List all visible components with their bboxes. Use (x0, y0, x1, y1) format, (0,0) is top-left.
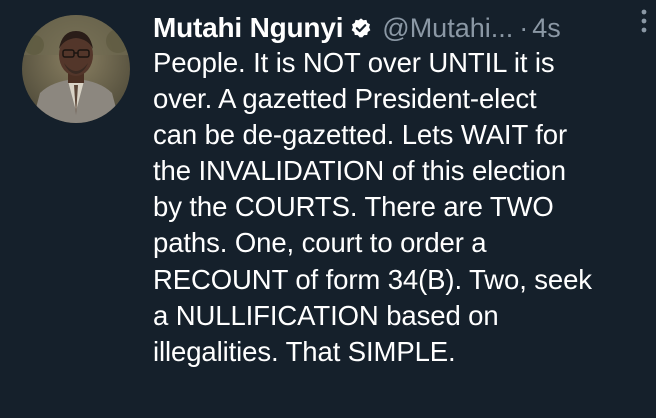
tweet-text-line: over. A gazetted President-elect (153, 83, 537, 115)
timestamp[interactable]: 4s (532, 13, 561, 44)
tweet-text-line: the INVALIDATION of this election (153, 155, 566, 187)
avatar[interactable] (22, 15, 130, 123)
tweet-text-line: can be de-gazetted. Lets WAIT for (153, 119, 568, 151)
tweet-text-line: illegalities. That SIMPLE. (153, 335, 456, 367)
more-options-icon[interactable] (634, 7, 654, 35)
user-handle[interactable]: @Mutahi... (382, 13, 513, 44)
tweet-text-line: RECOUNT of form 34(B). Two, seek (153, 263, 592, 295)
tweet-text-line: by the COURTS. There are TWO (153, 191, 554, 223)
verified-badge-icon (350, 17, 372, 39)
tweet-text-line: paths. One, court to order a (153, 227, 487, 259)
tweet-card[interactable]: Mutahi Ngunyi @Mutahi... · 4s People. It… (0, 0, 656, 418)
tweet-text: People. It is NOT over UNTIL it is over.… (153, 45, 645, 370)
separator-dot: · (519, 12, 529, 43)
tweet-header: Mutahi Ngunyi @Mutahi... · 4s (153, 8, 642, 48)
avatar-photo (22, 15, 130, 123)
tweet-text-line: a NULLIFICATION based on (153, 299, 499, 331)
display-name[interactable]: Mutahi Ngunyi (153, 12, 343, 44)
tweet-text-line: People. It is NOT over UNTIL it is (153, 47, 555, 78)
